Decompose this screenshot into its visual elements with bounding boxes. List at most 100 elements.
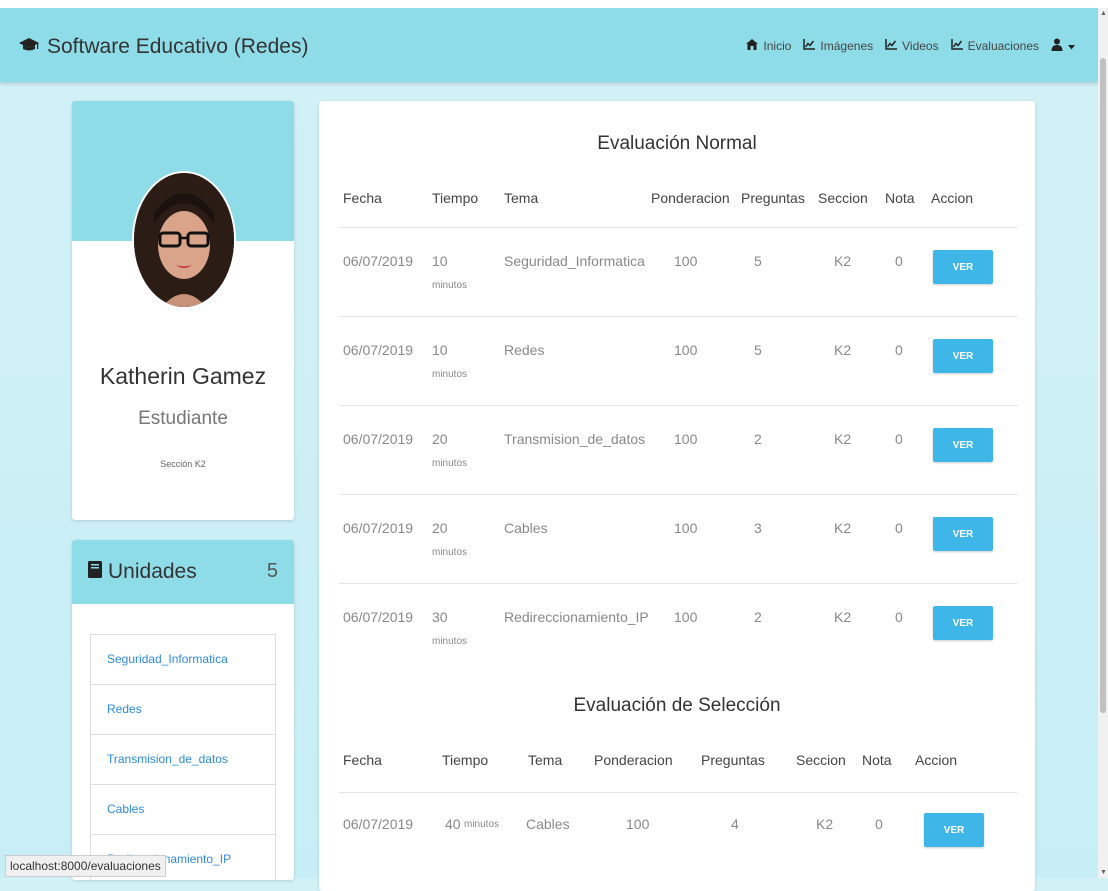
cell-seccion: K2 xyxy=(834,431,852,447)
cell-tiempo: 40 xyxy=(445,816,461,832)
avatar xyxy=(132,171,236,309)
ver-button[interactable]: VER xyxy=(933,339,993,373)
cell-nota: 0 xyxy=(895,609,903,625)
cell-tema: Redes xyxy=(504,342,545,358)
unit-link-redes[interactable]: Redes xyxy=(91,685,275,735)
ver-button[interactable]: VER xyxy=(924,813,984,847)
normal-evaluation-title: Evaluación Normal xyxy=(597,133,757,154)
units-title: Unidades xyxy=(88,560,197,584)
unit-link-seguridad-informatica[interactable]: Seguridad_Informatica xyxy=(91,635,275,685)
units-header: Unidades 5 xyxy=(72,540,294,604)
table-divider xyxy=(339,792,1018,793)
navbar: Software Educativo (Redes) Inicio Imágen… xyxy=(0,8,1098,82)
cell-tema: Cables xyxy=(504,520,548,536)
cell-seccion: K2 xyxy=(834,609,852,625)
table-header: Tema xyxy=(528,752,563,768)
cell-preguntas: 3 xyxy=(754,520,762,536)
cell-tema: Cables xyxy=(526,816,570,832)
table-header: Nota xyxy=(862,752,892,768)
cell-ponderacion: 100 xyxy=(674,253,698,269)
cell-preguntas: 4 xyxy=(731,816,739,832)
table-row-divider xyxy=(339,405,1018,406)
cell-ponderacion: 100 xyxy=(674,520,698,536)
cell-ponderacion: 100 xyxy=(674,609,698,625)
chart-icon xyxy=(803,39,820,53)
ver-button[interactable]: VER xyxy=(933,428,993,462)
cell-tiempo-unit: minutos xyxy=(432,458,468,469)
cell-tiempo: 10 xyxy=(432,253,448,269)
profile-section: Sección K2 xyxy=(160,459,206,469)
table-header: Seccion xyxy=(818,190,868,206)
cell-seccion: K2 xyxy=(816,816,834,832)
nav-link-imagenes[interactable]: Imágenes xyxy=(803,39,873,53)
nav-links: Inicio Imágenes Videos Evaluaciones xyxy=(734,38,1080,54)
nav-link-label: Evaluaciones xyxy=(967,39,1039,53)
table-header: Ponderacion xyxy=(594,752,673,768)
cell-seccion: K2 xyxy=(834,520,852,536)
brand[interactable]: Software Educativo (Redes) xyxy=(18,35,308,59)
cell-fecha: 06/07/2019 xyxy=(343,520,414,536)
cell-ponderacion: 100 xyxy=(626,816,650,832)
status-bar-url: localhost:8000/evaluaciones xyxy=(5,855,166,877)
ver-button[interactable]: VER xyxy=(933,250,993,284)
brand-title: Software Educativo (Redes) xyxy=(47,35,309,58)
table-header: Seccion xyxy=(796,752,846,768)
nav-link-evaluaciones[interactable]: Evaluaciones xyxy=(950,39,1039,53)
scroll-thumb[interactable] xyxy=(1100,58,1106,713)
cell-seccion: K2 xyxy=(834,342,852,358)
nav-link-inicio[interactable]: Inicio xyxy=(746,39,791,53)
cell-fecha: 06/07/2019 xyxy=(343,431,414,447)
cell-tiempo: 20 xyxy=(432,431,448,447)
cell-preguntas: 2 xyxy=(754,431,762,447)
table-header: Fecha xyxy=(343,190,382,206)
home-icon xyxy=(746,39,763,53)
cell-preguntas: 2 xyxy=(754,609,762,625)
cell-tiempo-unit: minutos xyxy=(432,369,468,380)
cell-nota: 0 xyxy=(895,253,903,269)
cell-tema: Transmision_de_datos xyxy=(504,431,646,447)
cell-seccion: K2 xyxy=(834,253,852,269)
cell-fecha: 06/07/2019 xyxy=(343,253,414,269)
nav-link-label: Inicio xyxy=(763,39,792,53)
scroll-down-arrow-icon[interactable]: ▼ xyxy=(1100,869,1107,876)
unit-link-transmision-de-datos[interactable]: Transmision_de_datos xyxy=(91,735,275,785)
cell-tiempo-unit: minutos xyxy=(432,547,468,558)
cell-preguntas: 5 xyxy=(754,253,762,269)
cell-fecha: 06/07/2019 xyxy=(343,816,414,832)
table-row-divider xyxy=(339,494,1018,495)
table-header: Tiempo xyxy=(432,190,479,206)
book-icon xyxy=(88,560,108,584)
chart-icon xyxy=(950,39,968,53)
cell-tiempo: 10 xyxy=(432,342,448,358)
table-header: Accion xyxy=(915,752,958,768)
cell-tiempo-unit: minutos xyxy=(432,280,468,291)
cell-tiempo: 30 xyxy=(432,609,448,625)
cell-tiempo-unit: minutos xyxy=(464,819,500,830)
cell-fecha: 06/07/2019 xyxy=(343,342,414,358)
page-scrollbar[interactable]: ▲ ▼ xyxy=(1098,8,1108,878)
table-header: Accion xyxy=(931,190,974,206)
cell-nota: 0 xyxy=(875,816,883,832)
unit-link-cables[interactable]: Cables xyxy=(91,785,275,835)
cell-preguntas: 5 xyxy=(754,342,762,358)
user-icon xyxy=(1051,38,1068,54)
table-header: Preguntas xyxy=(741,190,805,206)
profile-name: Katherin Gamez xyxy=(99,363,267,389)
cell-ponderacion: 100 xyxy=(674,431,698,447)
table-header: Nota xyxy=(885,190,915,206)
caret-down-icon xyxy=(1068,39,1080,53)
graduation-cap-icon xyxy=(18,35,47,59)
cell-tema: Seguridad_Informatica xyxy=(504,253,645,269)
ver-button[interactable]: VER xyxy=(933,606,993,640)
ver-button[interactable]: VER xyxy=(933,517,993,551)
cell-nota: 0 xyxy=(895,520,903,536)
scroll-up-arrow-icon[interactable]: ▲ xyxy=(1100,10,1107,17)
nav-link-videos[interactable]: Videos xyxy=(885,39,939,53)
table-row-divider xyxy=(339,316,1018,317)
units-count: 5 xyxy=(266,560,278,582)
cell-tiempo-unit: minutos xyxy=(432,636,468,647)
user-menu-button[interactable] xyxy=(1051,38,1080,54)
table-row-divider xyxy=(339,583,1018,584)
cell-tiempo: 20 xyxy=(432,520,448,536)
table-header: Tema xyxy=(504,190,539,206)
